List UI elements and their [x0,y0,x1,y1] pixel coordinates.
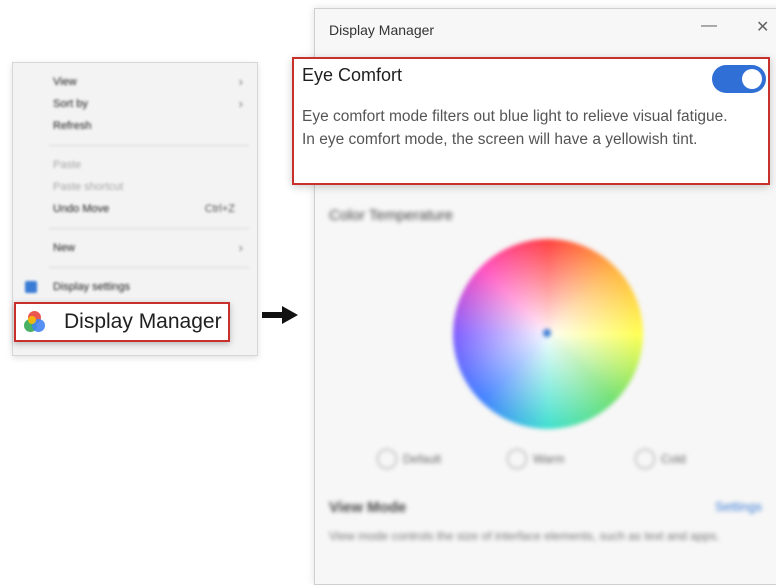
display-settings-icon [25,281,37,293]
radio-cold[interactable]: Cold [635,449,686,469]
chevron-right-icon: › [238,74,243,89]
menu-item-shortcut: Ctrl+Z [204,203,235,215]
radio-label: Warm [533,452,565,466]
title-bar: Display Manager — ✕ [315,9,776,55]
menu-item-label: View [53,76,77,88]
menu-item-label: Display Manager [64,310,222,333]
view-mode-description: View mode controls the size of interface… [329,529,720,543]
color-temperature-label: Color Temperature [329,207,453,224]
eye-comfort-title: Eye Comfort [302,65,403,85]
menu-item-view[interactable]: View › [13,71,257,93]
radio-label: Cold [661,452,686,466]
menu-item-label: Refresh [53,120,92,132]
menu-item-paste[interactable]: Paste [13,154,257,176]
chevron-right-icon: › [238,240,243,255]
close-button[interactable]: ✕ [756,17,769,37]
arrow-right-icon [262,306,298,324]
menu-item-display-settings[interactable]: Display settings [13,276,257,298]
menu-item-display-manager[interactable]: Display Manager [14,302,230,342]
minimize-button[interactable]: — [701,17,717,35]
view-mode-settings-link[interactable]: Settings [715,499,762,514]
menu-item-label: Paste shortcut [53,181,124,193]
radio-label: Default [403,452,442,466]
menu-item-sort-by[interactable]: Sort by › [13,93,257,115]
color-wheel-handle[interactable] [543,329,551,337]
menu-item-label: New [53,242,76,254]
menu-item-label: Paste [53,159,82,171]
menu-item-label: Sort by [53,98,88,110]
radio-circle-icon [377,449,397,469]
eye-comfort-description-line2: In eye comfort mode, the screen will hav… [302,131,698,148]
menu-separator [49,145,249,146]
eye-comfort-toggle[interactable] [712,65,766,93]
radio-circle-icon [635,449,655,469]
menu-separator [49,267,249,268]
menu-item-refresh[interactable]: Refresh [13,115,257,137]
menu-item-label: Undo Move [53,203,110,215]
window-title: Display Manager [329,22,435,38]
radio-warm[interactable]: Warm [507,449,565,469]
context-menu-items: View › Sort by › Refresh Paste Paste sho… [13,63,257,298]
color-wheel[interactable] [453,239,643,429]
radio-default[interactable]: Default [377,449,441,469]
eye-comfort-panel: Eye Comfort Eye comfort mode filters out… [292,57,770,185]
chevron-right-icon: › [238,96,243,111]
radio-circle-icon [507,449,527,469]
display-manager-logo-icon [24,311,46,333]
menu-item-paste-shortcut[interactable]: Paste shortcut [13,176,257,198]
eye-comfort-description: Eye comfort mode filters out blue light … [302,105,762,151]
view-mode-label: View Mode [329,499,407,516]
menu-item-undo-move[interactable]: Undo Move Ctrl+Z [13,198,257,220]
menu-item-label: Display settings [53,281,131,293]
toggle-knob [742,69,762,89]
eye-comfort-description-line1: Eye comfort mode filters out blue light … [302,108,728,125]
menu-item-new[interactable]: New › [13,237,257,259]
context-menu: View › Sort by › Refresh Paste Paste sho… [12,62,258,356]
menu-separator [49,228,249,229]
